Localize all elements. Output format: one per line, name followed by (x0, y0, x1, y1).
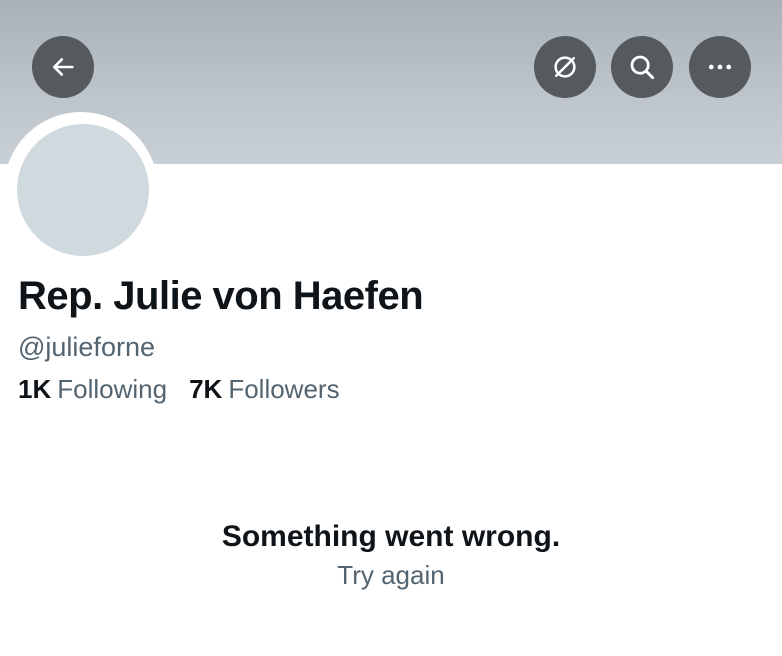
search-icon (627, 52, 657, 82)
try-again-link[interactable]: Try again (0, 560, 782, 591)
followers-label: Followers (228, 374, 340, 404)
error-message: Something went wrong. (221, 520, 561, 553)
translate-off-button[interactable] (534, 36, 596, 98)
following-label: Following (57, 374, 168, 404)
followers-link[interactable]: 7K Followers (189, 374, 340, 405)
back-button[interactable] (32, 36, 94, 98)
following-count: 1K (18, 374, 52, 404)
back-arrow-icon (49, 53, 77, 81)
translate-off-icon (550, 52, 580, 82)
display-name: Rep. Julie von Haefen (18, 274, 424, 318)
following-link[interactable]: 1K Following (18, 374, 167, 405)
follow-stats: 1K Following 7K Followers (18, 374, 340, 405)
avatar[interactable] (17, 124, 149, 256)
user-handle: @julieforne (18, 332, 155, 362)
more-dots-icon (705, 52, 735, 82)
more-options-button[interactable] (689, 36, 751, 98)
search-button[interactable] (611, 36, 673, 98)
followers-count: 7K (189, 374, 223, 404)
